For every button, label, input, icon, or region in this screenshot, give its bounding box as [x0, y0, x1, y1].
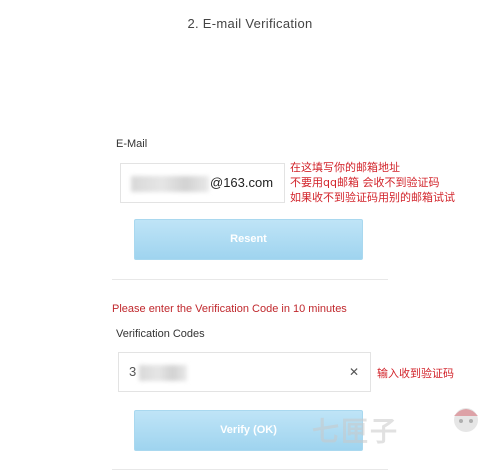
- email-annotation: 在这填写你的邮箱地址 不要用qq邮箱 会收不到验证码 如果收不到验证码用别的邮箱…: [290, 160, 455, 205]
- code-annotation: 输入收到验证码: [377, 367, 454, 380]
- bottom-divider: [112, 469, 388, 470]
- redacted-verification-code: [139, 365, 187, 381]
- watermark-mascot-icon: [454, 408, 478, 432]
- email-annotation-line-2: 不要用qq邮箱 会收不到验证码: [290, 176, 440, 189]
- email-domain-text: @163.com: [210, 175, 274, 190]
- verification-code-label: Verification Codes: [116, 328, 205, 340]
- verification-code-prefix: 3: [129, 364, 137, 379]
- resend-button[interactable]: Resent: [134, 219, 363, 260]
- verification-code-input[interactable]: 3 ✕: [118, 352, 371, 392]
- email-label: E-Mail: [116, 138, 148, 150]
- email-field[interactable]: @163.com: [120, 163, 285, 203]
- clear-icon[interactable]: ✕: [349, 365, 359, 379]
- section-divider: [112, 279, 388, 280]
- email-annotation-line-1: 在这填写你的邮箱地址: [290, 161, 400, 174]
- watermark-text: 七匣子: [312, 417, 399, 448]
- verification-notice: Please enter the Verification Code in 10…: [112, 303, 347, 315]
- email-annotation-line-3: 如果收不到验证码用别的邮箱试试: [290, 191, 455, 204]
- page-title: 2. E-mail Verification: [187, 16, 313, 31]
- redacted-email-local-part: [131, 176, 209, 192]
